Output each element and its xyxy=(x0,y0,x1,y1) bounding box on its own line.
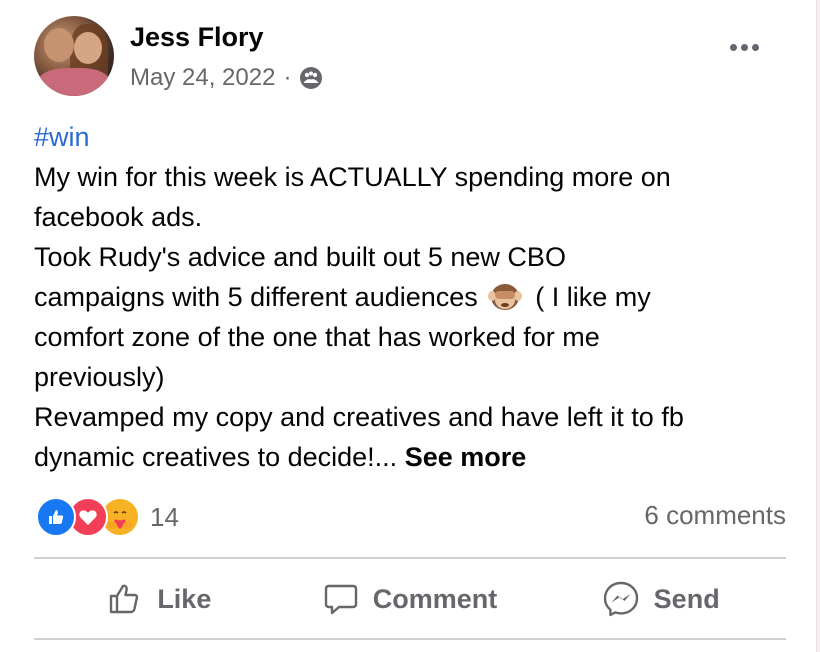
comment-button[interactable]: Comment xyxy=(285,562,536,636)
more-options-icon[interactable] xyxy=(730,38,770,62)
like-button[interactable]: Like xyxy=(34,562,285,636)
like-reaction-icon xyxy=(36,497,76,537)
send-button[interactable]: Send xyxy=(535,562,786,636)
see-no-evil-monkey-icon xyxy=(487,281,522,311)
post-line: previously) xyxy=(34,362,165,392)
post-line: Revamped my copy and creatives and have … xyxy=(34,402,684,432)
post-line: Took Rudy's advice and built out 5 new C… xyxy=(34,242,566,272)
thumbs-up-icon xyxy=(107,581,143,617)
post-header: Jess Flory May 24, 2022 · xyxy=(34,16,794,100)
reaction-count: 14 xyxy=(150,501,179,532)
post-line-tail: ( I like my xyxy=(527,282,651,312)
post-line: My win for this week is ACTUALLY spendin… xyxy=(34,162,671,192)
avatar[interactable] xyxy=(34,16,114,96)
like-label: Like xyxy=(157,583,212,614)
send-label: Send xyxy=(653,583,720,614)
post-body: #win My win for this week is ACTUALLY sp… xyxy=(34,117,804,477)
post-card: Jess Flory May 24, 2022 · #win My win fo… xyxy=(0,0,817,652)
post-line: facebook ads. xyxy=(34,202,203,232)
see-more-link[interactable]: See more xyxy=(405,442,527,472)
reactions-summary[interactable]: 14 xyxy=(36,497,179,537)
post-date[interactable]: May 24, 2022 xyxy=(130,64,275,92)
post-line: comfort zone of the one that has worked … xyxy=(34,322,600,352)
messenger-icon xyxy=(602,580,640,618)
meta-separator: · xyxy=(283,64,292,91)
divider xyxy=(34,557,786,559)
comment-icon xyxy=(323,581,359,617)
post-meta: May 24, 2022 · xyxy=(130,64,323,92)
action-bar: Like Comment Send xyxy=(34,562,786,636)
post-line-text: dynamic creatives to decide!... xyxy=(34,442,398,472)
author-name[interactable]: Jess Flory xyxy=(130,22,264,53)
divider xyxy=(34,638,786,640)
hashtag-link[interactable]: #win xyxy=(34,117,804,157)
post-line: dynamic creatives to decide!... See more xyxy=(34,437,804,477)
comments-count[interactable]: 6 comments xyxy=(644,500,786,531)
comment-label: Comment xyxy=(372,583,498,614)
post-line-text: campaigns with 5 different audiences xyxy=(34,282,478,312)
post-stats: 14 6 comments xyxy=(36,497,786,537)
group-icon xyxy=(299,66,323,90)
post-line: campaigns with 5 different audiences ( I… xyxy=(34,277,804,317)
